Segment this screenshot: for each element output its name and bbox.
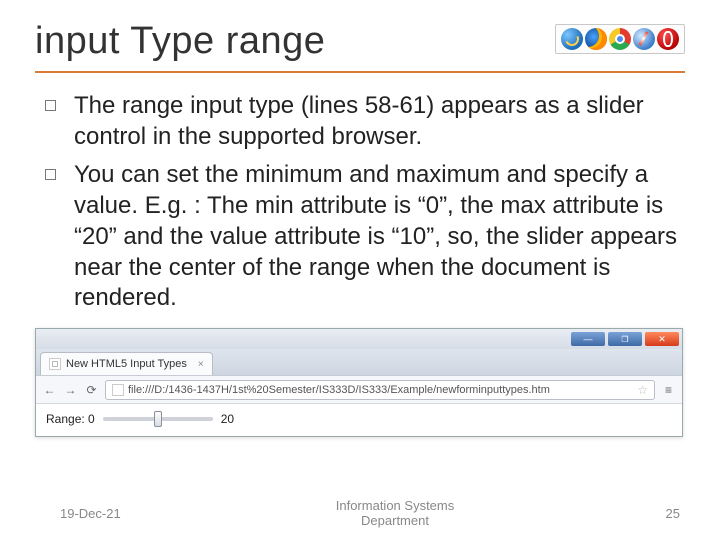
page-favicon-icon xyxy=(49,358,61,370)
back-button[interactable]: ← xyxy=(42,382,57,397)
bullet-text: The range input type (lines 58-61) appea… xyxy=(74,91,685,152)
list-item: You can set the minimum and maximum and … xyxy=(45,160,685,314)
footer-date: 19-Dec-21 xyxy=(60,506,170,521)
range-label-max: 20 xyxy=(221,412,234,426)
window-close-button[interactable] xyxy=(645,332,679,346)
chrome-icon xyxy=(609,28,631,50)
window-maximize-button[interactable] xyxy=(608,332,642,346)
footer-page-number: 25 xyxy=(620,506,680,521)
slide-title: input Type range xyxy=(35,20,325,63)
url-text: file:///D:/1436-1437H/1st%20Semester/IS3… xyxy=(128,384,550,396)
slide-footer: 19-Dec-21 Information Systems Department… xyxy=(0,499,720,528)
footer-department: Information Systems Department xyxy=(170,499,620,528)
footer-line-1: Information Systems xyxy=(170,499,620,513)
slide: input Type range The range input type (l… xyxy=(0,0,720,540)
firefox-icon xyxy=(585,28,607,50)
tab-bar: New HTML5 Input Types × xyxy=(36,349,682,375)
address-bar-row: ← → ⟳ file:///D:/1436-1437H/1st%20Semest… xyxy=(36,375,682,403)
browser-support-icons xyxy=(555,24,685,54)
bullet-text: You can set the minimum and maximum and … xyxy=(74,160,685,314)
page-body: Range: 0 20 xyxy=(36,403,682,436)
browser-tab[interactable]: New HTML5 Input Types × xyxy=(40,352,213,375)
bookmark-star-icon[interactable]: ☆ xyxy=(637,383,648,397)
range-slider-thumb[interactable] xyxy=(154,411,162,427)
browser-window-screenshot: New HTML5 Input Types × ← → ⟳ file:///D:… xyxy=(35,328,683,437)
tab-title: New HTML5 Input Types xyxy=(66,358,187,370)
title-row: input Type range xyxy=(35,20,685,63)
window-titlebar xyxy=(36,329,682,349)
list-item: The range input type (lines 58-61) appea… xyxy=(45,91,685,152)
window-minimize-button[interactable] xyxy=(571,332,605,346)
range-label-min: Range: 0 xyxy=(46,412,95,426)
bullet-icon xyxy=(45,100,56,111)
title-divider xyxy=(35,71,685,73)
opera-icon xyxy=(657,28,679,50)
bullet-list: The range input type (lines 58-61) appea… xyxy=(35,91,685,314)
menu-icon[interactable]: ≡ xyxy=(661,382,676,397)
address-bar[interactable]: file:///D:/1436-1437H/1st%20Semester/IS3… xyxy=(105,380,655,400)
bullet-icon xyxy=(45,169,56,180)
range-slider[interactable] xyxy=(103,417,213,421)
tab-close-icon[interactable]: × xyxy=(198,359,204,370)
forward-button[interactable]: → xyxy=(63,382,78,397)
ie-icon xyxy=(561,28,583,50)
reload-button[interactable]: ⟳ xyxy=(84,382,99,397)
footer-line-2: Department xyxy=(170,514,620,528)
address-favicon-icon xyxy=(112,384,124,396)
safari-icon xyxy=(633,28,655,50)
